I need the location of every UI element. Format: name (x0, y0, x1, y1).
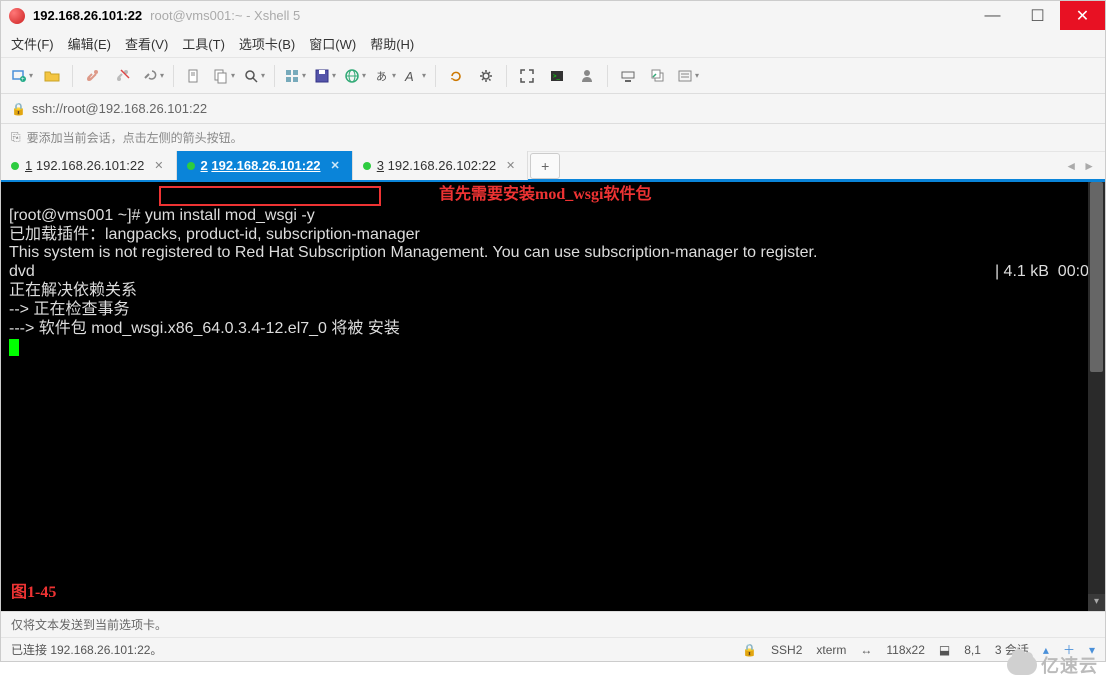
scroll-down-icon[interactable]: ▾ (1088, 594, 1105, 611)
copy-button[interactable] (211, 63, 237, 89)
watermark: 亿速云 (1007, 652, 1098, 678)
machine-icon[interactable] (615, 63, 641, 89)
terminal[interactable]: [root@vms001 ~]# yum install mod_wsgi -y… (1, 182, 1105, 611)
lock-icon: 🔒 (11, 102, 26, 116)
fullscreen-icon[interactable] (514, 63, 540, 89)
tab-3[interactable]: 3 192.168.26.102:22 ✕ (353, 151, 529, 180)
menu-window[interactable]: 窗口(W) (309, 34, 356, 53)
close-button[interactable]: ✕ (1060, 1, 1105, 30)
status-pos-icon: ⬓ (939, 643, 950, 657)
minimize-button[interactable]: — (970, 1, 1015, 30)
tab-2[interactable]: 2 192.168.26.101:22 ✕ (177, 151, 353, 180)
reconnect-button[interactable] (140, 63, 166, 89)
options-icon[interactable] (675, 63, 701, 89)
address-text[interactable]: ssh://root@192.168.26.101:22 (32, 101, 207, 116)
svg-text:あ: あ (376, 70, 387, 83)
properties-button[interactable] (181, 63, 207, 89)
menu-tabs[interactable]: 选项卡(B) (239, 34, 295, 53)
link-button[interactable] (80, 63, 106, 89)
status-pos: 8,1 (964, 643, 981, 657)
save-button[interactable] (312, 63, 338, 89)
menu-help[interactable]: 帮助(H) (370, 34, 414, 53)
to-back-icon[interactable] (645, 63, 671, 89)
layout-button[interactable] (282, 63, 308, 89)
annotation-figure-label: 图1-45 (11, 584, 56, 603)
title-ip: 192.168.26.101:22 (33, 8, 142, 23)
tip-bar: ⎘ 要添加当前会话，点击左侧的箭头按钮。 (1, 124, 1105, 152)
terminal-icon[interactable]: >_ (544, 63, 570, 89)
toolbar: + あ A >_ (1, 58, 1105, 94)
status-protocol: SSH2 (771, 643, 802, 657)
status-dot-icon (187, 162, 195, 170)
annotation-text-1: 首先需要安装mod_wsgi软件包 (439, 186, 651, 205)
add-session-icon[interactable]: ⎘ (11, 130, 21, 145)
svg-text:+: + (21, 77, 25, 83)
address-bar: 🔒 ssh://root@192.168.26.101:22 (1, 94, 1105, 124)
search-button[interactable] (241, 63, 267, 89)
refresh-icon[interactable] (443, 63, 469, 89)
title-sub: root@vms001:~ - Xshell 5 (150, 8, 300, 23)
status-dot-icon (363, 162, 371, 170)
svg-text:>_: >_ (553, 74, 561, 80)
scroll-thumb[interactable] (1090, 182, 1103, 372)
info-text: 仅将文本发送到当前选项卡。 (11, 616, 167, 633)
status-lock-icon: 🔒 (742, 643, 757, 657)
status-connection: 已连接 192.168.26.101:22。 (11, 641, 162, 658)
cloud-icon (1007, 655, 1037, 675)
app-icon (9, 8, 25, 24)
close-tab-icon[interactable]: ✕ (331, 159, 340, 172)
maximize-button[interactable]: ☐ (1015, 1, 1060, 30)
prompt: [root@vms001 ~]# (9, 207, 145, 224)
close-tab-icon[interactable]: ✕ (154, 159, 163, 172)
status-size: 118x22 (886, 643, 924, 657)
output-line: ---> 软件包 mod_wsgi.x86_64.0.3.4-12.el7_0 … (9, 320, 400, 337)
disconnect-button[interactable] (110, 63, 136, 89)
menu-tools[interactable]: 工具(T) (182, 34, 225, 53)
font-button[interactable]: A (402, 63, 428, 89)
close-tab-icon[interactable]: ✕ (506, 159, 515, 172)
command: yum install mod_wsgi -y (145, 207, 315, 224)
info-bar: 仅将文本发送到当前选项卡。 (1, 611, 1105, 637)
output-line: dvd (9, 263, 35, 280)
output-line: This system is not registered to Red Hat… (9, 244, 817, 261)
globe-button[interactable] (342, 63, 368, 89)
titlebar: 192.168.26.101:22 root@vms001:~ - Xshell… (1, 1, 1105, 30)
output-line: 已加载插件：langpacks, product-id, subscriptio… (9, 226, 420, 243)
menu-edit[interactable]: 编辑(E) (68, 34, 111, 53)
gear-icon[interactable] (473, 63, 499, 89)
new-tab-button[interactable]: + (530, 153, 560, 179)
svg-text:A: A (404, 69, 414, 84)
output-line: 正在解决依赖关系 (9, 282, 137, 299)
scrollbar[interactable]: ▾ (1088, 182, 1105, 611)
status-term: xterm (816, 643, 846, 657)
status-bar: 已连接 192.168.26.101:22。 🔒 SSH2 xterm ↔ 11… (1, 637, 1105, 661)
menubar: 文件(F) 编辑(E) 查看(V) 工具(T) 选项卡(B) 窗口(W) 帮助(… (1, 30, 1105, 58)
encoding-button[interactable]: あ (372, 63, 398, 89)
user-icon[interactable] (574, 63, 600, 89)
menu-view[interactable]: 查看(V) (125, 34, 168, 53)
status-dot-icon (11, 162, 19, 170)
menu-file[interactable]: 文件(F) (11, 34, 54, 53)
tab-1[interactable]: 1 192.168.26.101:22 ✕ (1, 151, 177, 180)
status-size-icon: ↔ (860, 643, 872, 657)
cursor (9, 339, 19, 356)
tab-scroll-right-icon[interactable]: ► (1083, 159, 1095, 173)
annotation-box (159, 186, 381, 206)
open-session-button[interactable] (39, 63, 65, 89)
new-session-button[interactable]: + (9, 63, 35, 89)
tab-scroll-left-icon[interactable]: ◄ (1065, 159, 1077, 173)
output-line: --> 正在检查事务 (9, 301, 129, 318)
tabs-bar: 1 192.168.26.101:22 ✕ 2 192.168.26.101:2… (1, 152, 1105, 182)
tip-text: 要添加当前会话，点击左侧的箭头按钮。 (27, 129, 243, 146)
